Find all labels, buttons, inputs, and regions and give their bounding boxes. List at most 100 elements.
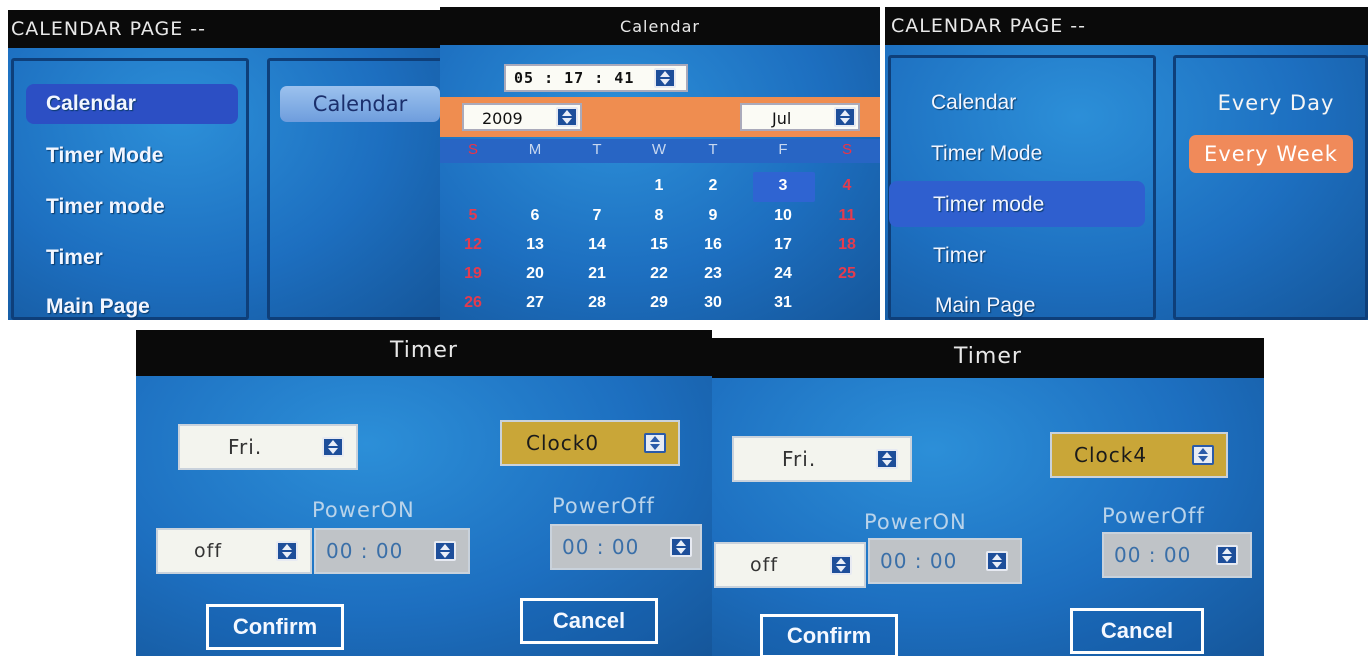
- day-spinner-icon[interactable]: [876, 449, 898, 469]
- calendar-day[interactable]: 20: [515, 265, 555, 283]
- weekday-wed: W: [651, 141, 667, 158]
- timer-title: Timer: [136, 330, 712, 376]
- submenu-item-calendar[interactable]: Calendar: [280, 86, 440, 122]
- calendar-day[interactable]: 29: [639, 294, 679, 312]
- month-value: Jul: [772, 109, 792, 128]
- menu-item-calendar[interactable]: Calendar: [46, 92, 136, 116]
- power-off-time[interactable]: 00 : 00: [550, 524, 702, 570]
- calendar-day[interactable]: 10: [763, 207, 803, 225]
- clock-select[interactable]: Clock4: [1050, 432, 1228, 478]
- day-select[interactable]: Fri.: [178, 424, 358, 470]
- page-title-2: CALENDAR PAGE --: [885, 7, 1368, 45]
- year-spinner-icon[interactable]: [556, 107, 578, 127]
- calendar-day[interactable]: 18: [827, 236, 867, 254]
- calendar-day[interactable]: 4: [827, 177, 867, 195]
- power-on-spinner-icon[interactable]: [434, 541, 456, 561]
- calendar-day[interactable]: 27: [515, 294, 555, 312]
- menu-screen-1: CALENDAR PAGE -- Calendar Timer Mode Tim…: [8, 10, 440, 320]
- calendar-day[interactable]: 30: [693, 294, 733, 312]
- menu-item-timer-mode[interactable]: Timer Mode: [931, 142, 1042, 166]
- calendar-day[interactable]: 17: [763, 236, 803, 254]
- day-select[interactable]: Fri.: [732, 436, 912, 482]
- calendar-day[interactable]: 23: [693, 265, 733, 283]
- submenu-item-every-day[interactable]: Every Day: [1201, 91, 1351, 115]
- calendar-day[interactable]: 26: [453, 294, 493, 312]
- cancel-button[interactable]: Cancel: [1070, 608, 1204, 654]
- power-off-label: PowerOff: [552, 494, 655, 518]
- power-off-spinner-icon[interactable]: [1216, 545, 1238, 565]
- time-spinner-icon[interactable]: [654, 68, 676, 88]
- menu-item-main-page[interactable]: Main Page: [935, 294, 1035, 318]
- confirm-button[interactable]: Confirm: [760, 614, 898, 656]
- submenu-item-every-week[interactable]: Every Week: [1189, 135, 1353, 173]
- menu-item-timer[interactable]: Timer: [46, 246, 103, 270]
- weekday-tue: T: [592, 141, 602, 158]
- mode-spinner-icon[interactable]: [830, 555, 852, 575]
- calendar-day[interactable]: 9: [693, 207, 733, 225]
- calendar-day[interactable]: 31: [763, 294, 803, 312]
- power-off-time-value: 00 : 00: [1114, 543, 1192, 567]
- clock-value: Clock0: [526, 431, 600, 455]
- calendar-day[interactable]: 14: [577, 236, 617, 254]
- calendar-day[interactable]: 11: [827, 207, 867, 225]
- month-spinner-icon[interactable]: [834, 107, 856, 127]
- calendar-day[interactable]: 24: [763, 265, 803, 283]
- calendar-day[interactable]: 12: [453, 236, 493, 254]
- power-on-spinner-icon[interactable]: [986, 551, 1008, 571]
- year-value: 2009: [482, 109, 523, 128]
- calendar-day[interactable]: 1: [639, 177, 679, 195]
- day-spinner-icon[interactable]: [322, 437, 344, 457]
- calendar-day[interactable]: 15: [639, 236, 679, 254]
- timer-screen-1: Timer Fri. Clock0 PowerON PowerOff off 0…: [136, 330, 712, 656]
- calendar-title: Calendar: [440, 7, 880, 45]
- menu-item-timer-mode[interactable]: Timer Mode: [46, 144, 163, 168]
- calendar-day[interactable]: 28: [577, 294, 617, 312]
- mode-select[interactable]: off: [714, 542, 866, 588]
- clock-select[interactable]: Clock0: [500, 420, 680, 466]
- clock-spinner-icon[interactable]: [1192, 445, 1214, 465]
- calendar-day[interactable]: 5: [453, 207, 493, 225]
- clock-value: Clock4: [1074, 443, 1148, 467]
- power-on-time[interactable]: 00 : 00: [314, 528, 470, 574]
- calendar-day[interactable]: 25: [827, 265, 867, 283]
- weekday-mon: M: [528, 141, 542, 158]
- day-value: Fri.: [782, 447, 817, 471]
- time-value: 05 : 17 : 41: [514, 69, 635, 87]
- power-off-label: PowerOff: [1102, 504, 1205, 528]
- mode-spinner-icon[interactable]: [276, 541, 298, 561]
- power-on-time-value: 00 : 00: [326, 539, 404, 563]
- confirm-button[interactable]: Confirm: [206, 604, 344, 650]
- mode-select[interactable]: off: [156, 528, 312, 574]
- menu-item-main-page[interactable]: Main Page: [46, 295, 150, 319]
- calendar-screen: Calendar 05 : 17 : 41 2009 Jul S M T W T…: [440, 7, 880, 320]
- calendar-day[interactable]: 21: [577, 265, 617, 283]
- power-on-time[interactable]: 00 : 00: [868, 538, 1022, 584]
- menu-item-calendar[interactable]: Calendar: [931, 91, 1016, 115]
- menu-item-timer-mode-2[interactable]: Timer mode: [46, 195, 165, 219]
- menu-item-timer-mode-2[interactable]: Timer mode: [933, 193, 1044, 217]
- power-off-time[interactable]: 00 : 00: [1102, 532, 1252, 578]
- timer-screen-2: Timer Fri. Clock4 PowerON PowerOff off 0…: [712, 338, 1264, 656]
- menu-item-timer[interactable]: Timer: [933, 244, 986, 268]
- cancel-button[interactable]: Cancel: [520, 598, 658, 644]
- clock-spinner-icon[interactable]: [644, 433, 666, 453]
- power-on-label: PowerON: [312, 498, 415, 522]
- power-on-time-value: 00 : 00: [880, 549, 958, 573]
- weekday-thu: T: [708, 141, 718, 158]
- power-off-time-value: 00 : 00: [562, 535, 640, 559]
- mode-value: off: [194, 540, 223, 562]
- calendar-day[interactable]: 2: [693, 177, 733, 195]
- calendar-day[interactable]: 22: [639, 265, 679, 283]
- weekday-fri: F: [778, 141, 788, 158]
- calendar-day[interactable]: 7: [577, 207, 617, 225]
- calendar-day[interactable]: 3: [763, 177, 803, 195]
- calendar-day[interactable]: 8: [639, 207, 679, 225]
- calendar-day[interactable]: 16: [693, 236, 733, 254]
- calendar-day[interactable]: 6: [515, 207, 555, 225]
- mode-value: off: [750, 554, 779, 576]
- timer-title-2: Timer: [712, 338, 1264, 378]
- power-on-label: PowerON: [864, 510, 967, 534]
- calendar-day[interactable]: 13: [515, 236, 555, 254]
- power-off-spinner-icon[interactable]: [670, 537, 692, 557]
- calendar-day[interactable]: 19: [453, 265, 493, 283]
